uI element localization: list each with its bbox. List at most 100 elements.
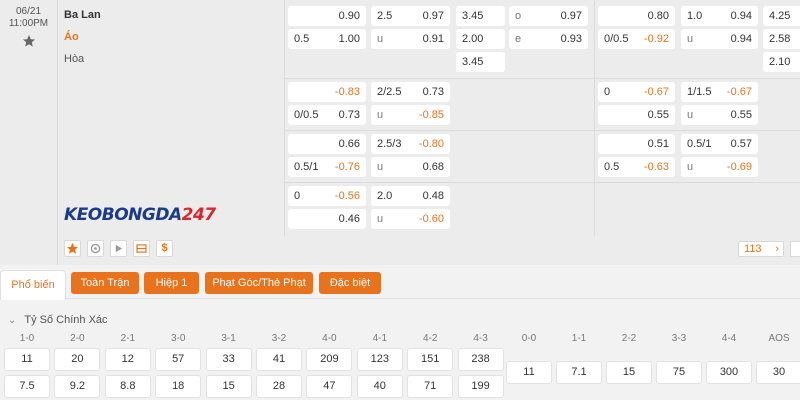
odds-value: -0.92 — [643, 33, 669, 45]
odds-h1-overunder-over[interactable]: 1.0 0.94 — [681, 6, 758, 26]
score-odds-cell[interactable]: 123 — [356, 348, 403, 371]
score-odds-cell[interactable]: 209 — [306, 348, 353, 371]
odds-handicap-away[interactable]: 0.5 1.00 — [288, 29, 366, 49]
edge-button[interactable] — [790, 241, 800, 257]
odds-even[interactable]: e 0.93 — [509, 29, 588, 49]
odds-h1-1x2-draw[interactable]: 2.10 — [763, 52, 800, 72]
score-odds-cell[interactable]: 33 — [205, 348, 252, 371]
score-odds-cell[interactable]: 238 — [457, 348, 504, 371]
site-logo: KEOBONGDA247 — [64, 205, 216, 225]
score-odds-cell[interactable]: 41 — [256, 348, 302, 371]
score-odds-cell[interactable]: 71 — [407, 375, 454, 398]
score-odds-cell[interactable]: 12 — [104, 348, 151, 371]
odds-overunder-under[interactable]: u 0.91 — [371, 29, 450, 49]
odds-1x2-draw[interactable]: 3.45 — [456, 52, 505, 72]
score-odds-cell[interactable]: 151 — [407, 348, 454, 371]
score-odds-cell[interactable]: 75 — [656, 361, 702, 384]
more-markets-button[interactable]: 113 › — [738, 241, 784, 257]
odds-overunder-under[interactable]: u -0.85 — [371, 105, 450, 125]
score-odds-cell[interactable]: 15 — [205, 375, 252, 398]
odds-overunder-over[interactable]: 2.5 0.97 — [371, 6, 450, 26]
odds-value: 0.46 — [338, 213, 360, 225]
correct-score-header[interactable]: ⌄ Tỷ Số Chính Xác — [8, 314, 108, 326]
away-team[interactable]: Áo — [64, 30, 79, 44]
odds-value: 1.00 — [338, 33, 360, 45]
statistics-icon[interactable] — [87, 240, 104, 257]
teams: Ba Lan Áo Hòa KEOBONGDA247 — [58, 0, 284, 265]
odds-h1-handicap-home[interactable]: 0 -0.67 — [598, 82, 675, 102]
odds-odd[interactable]: o 0.97 — [509, 6, 588, 26]
odds-value: 3.45 — [462, 10, 484, 22]
odds-line: 0.5 — [294, 33, 310, 45]
odds-h1-overunder-under[interactable]: u 0.94 — [681, 29, 758, 49]
score-odds-cell[interactable]: 7.5 — [4, 375, 50, 398]
odds-value: 0.94 — [730, 10, 752, 22]
odds-h1-handicap-home[interactable]: 0.51 — [598, 134, 675, 154]
score-odds-cell[interactable]: 30 — [756, 361, 800, 384]
scoreboard-icon[interactable] — [133, 240, 150, 257]
tab-first-half[interactable]: Hiệp 1 — [144, 272, 199, 294]
odds-1x2-away[interactable]: 2.00 — [456, 29, 505, 49]
odds-h1-handicap-home[interactable]: 0.80 — [598, 6, 675, 26]
odds-h1-overunder-under[interactable]: u 0.55 — [681, 105, 758, 125]
odds-overunder-over[interactable]: 2/2.5 0.73 — [371, 82, 450, 102]
odds-1x2-home[interactable]: 3.45 — [456, 6, 505, 26]
score-odds-cell[interactable]: 20 — [54, 348, 101, 371]
odds-label: u — [687, 109, 694, 121]
odds-h1-handicap-away[interactable]: 0/0.5 -0.92 — [598, 29, 675, 49]
tab-corners-cards[interactable]: Phạt Góc/Thẻ Phạt — [205, 272, 313, 294]
odds-h1-1x2-home[interactable]: 4.25 — [763, 6, 800, 26]
tab-special[interactable]: Đặc biệt — [319, 272, 381, 294]
odds-value: 4.25 — [769, 10, 791, 22]
logo-text: KEOBONGDA — [64, 205, 182, 225]
score-odds-cell[interactable]: 28 — [256, 375, 302, 398]
odds-value: 0.91 — [422, 33, 444, 45]
score-odds-cell[interactable]: 11 — [506, 361, 552, 384]
odds-overunder-under[interactable]: u 0.68 — [371, 157, 450, 177]
home-team[interactable]: Ba Lan — [64, 8, 101, 22]
odds-value: 0.68 — [422, 161, 444, 173]
odds-overunder-over[interactable]: 2.5/3 -0.80 — [371, 134, 450, 154]
score-odds-cell[interactable]: 15 — [606, 361, 652, 384]
odds-handicap-home[interactable]: -0.83 — [288, 82, 366, 102]
odds-h1-handicap-away[interactable]: 0.5 -0.63 — [598, 157, 675, 177]
odds-label: u — [377, 161, 384, 173]
odds-line: 0/0.5 — [604, 33, 629, 45]
odds-handicap-home[interactable]: 0.90 — [288, 6, 366, 26]
play-icon[interactable] — [110, 240, 127, 257]
score-odds-cell[interactable]: 300 — [706, 361, 752, 384]
odds-overunder-under[interactable]: u -0.60 — [371, 209, 450, 229]
odds-h1-1x2-away[interactable]: 2.58 — [763, 29, 800, 49]
tab-full-match[interactable]: Toàn Trận — [71, 272, 139, 294]
score-odds-cell[interactable]: 18 — [155, 375, 202, 398]
odds-overunder-over[interactable]: 2.0 0.48 — [371, 186, 450, 206]
odds-line: 1/1.5 — [687, 86, 712, 98]
odds-h1-handicap-away[interactable]: 0.55 — [598, 105, 675, 125]
odds-value: 0.55 — [647, 109, 669, 121]
score-odds-cell[interactable]: 8.8 — [104, 375, 151, 398]
odds-handicap-home[interactable]: 0.66 — [288, 134, 366, 154]
odds-value: -0.63 — [643, 161, 669, 173]
score-odds-cell[interactable]: 11 — [4, 348, 50, 371]
odds-handicap-away[interactable]: 0/0.5 0.73 — [288, 105, 366, 125]
divider — [284, 0, 285, 236]
score-odds-cell[interactable]: 57 — [155, 348, 202, 371]
odds-h1-overunder-over[interactable]: 1/1.5 -0.67 — [681, 82, 758, 102]
odds-h1-overunder-over[interactable]: 0.5/1 0.57 — [681, 134, 758, 154]
draw-label: Hòa — [64, 53, 85, 65]
score-odds-cell[interactable]: 9.2 — [54, 375, 101, 398]
odds-handicap-away[interactable]: 0.5/1 -0.76 — [288, 157, 366, 177]
divider — [284, 182, 800, 183]
score-odds-cell[interactable]: 199 — [457, 375, 504, 398]
odds-handicap-away[interactable]: 0.46 — [288, 209, 366, 229]
odds-handicap-home[interactable]: 0 -0.56 — [288, 186, 366, 206]
star-icon[interactable] — [22, 34, 36, 48]
score-odds-cell[interactable]: 7.1 — [556, 361, 602, 384]
dollar-icon[interactable]: $ — [156, 240, 173, 257]
odds-h1-overunder-under[interactable]: u -0.69 — [681, 157, 758, 177]
favorite-star-icon[interactable] — [64, 240, 81, 257]
tab-popular[interactable]: Phổ biến — [0, 270, 66, 300]
score-odds-cell[interactable]: 40 — [356, 375, 403, 398]
logo-number: 247 — [181, 205, 217, 225]
score-odds-cell[interactable]: 47 — [306, 375, 353, 398]
